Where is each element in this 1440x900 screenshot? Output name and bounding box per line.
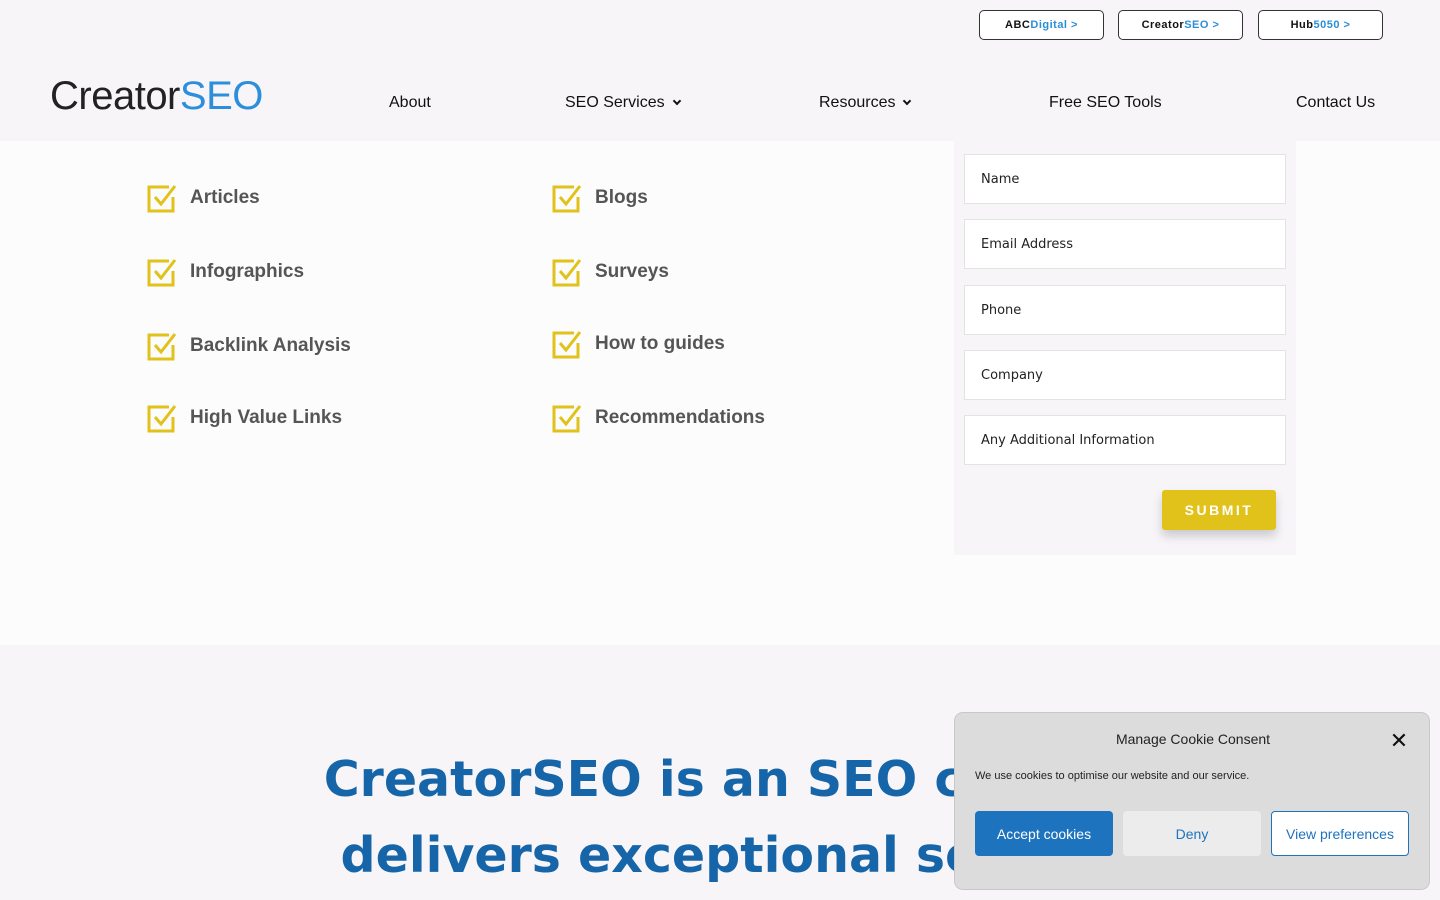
cookie-consent-dialog: Manage Cookie Consent ✕ We use cookies t… <box>954 712 1430 890</box>
network-link-prefix: Hub <box>1290 19 1314 31</box>
checkbox-checked-icon <box>552 405 582 433</box>
network-link-hub5050[interactable]: Hub 5050 > <box>1258 10 1383 40</box>
logo-text-part1: Creator <box>50 74 180 118</box>
close-icon[interactable]: ✕ <box>1387 729 1411 753</box>
contact-form: Name Email Address Phone Company Any Add… <box>954 141 1296 555</box>
list-item: High Value Links <box>147 403 342 433</box>
additional-info-field-placeholder: Any Additional Information <box>981 432 1155 448</box>
list-item-label: Articles <box>190 187 260 208</box>
list-item: Infographics <box>147 257 304 287</box>
checkbox-checked-icon <box>552 259 582 287</box>
list-item-label: How to guides <box>595 333 725 354</box>
view-preferences-button[interactable]: View preferences <box>1271 811 1409 856</box>
list-item: Recommendations <box>552 403 765 433</box>
deny-cookies-button[interactable]: Deny <box>1123 811 1261 856</box>
submit-button[interactable]: SUBMIT <box>1162 490 1276 530</box>
checkbox-checked-icon <box>147 259 177 287</box>
accept-cookies-button[interactable]: Accept cookies <box>975 811 1113 856</box>
nav-contact-us-label: Contact Us <box>1296 94 1376 111</box>
site-logo[interactable]: CreatorSEO <box>50 74 263 119</box>
nav-contact-us[interactable]: Contact Us <box>1296 94 1375 112</box>
network-link-highlight: Digital > <box>1030 19 1078 31</box>
nav-resources[interactable]: Resources <box>819 94 912 112</box>
network-link-abcdigital[interactable]: ABC Digital > <box>979 10 1104 40</box>
name-field[interactable]: Name <box>964 154 1286 204</box>
network-link-creatorseo[interactable]: Creator SEO > <box>1118 10 1243 40</box>
chevron-down-icon <box>672 96 681 106</box>
phone-field-placeholder: Phone <box>981 302 1022 318</box>
company-field-placeholder: Company <box>981 367 1043 383</box>
nav-free-seo-tools[interactable]: Free SEO Tools <box>1049 94 1162 112</box>
list-item: How to guides <box>552 329 725 359</box>
checkbox-checked-icon <box>552 185 582 213</box>
list-item: Blogs <box>552 183 648 213</box>
list-item-label: Surveys <box>595 261 669 282</box>
additional-info-field[interactable]: Any Additional Information <box>964 415 1286 465</box>
phone-field[interactable]: Phone <box>964 285 1286 335</box>
checkbox-checked-icon <box>147 333 177 361</box>
list-item-label: High Value Links <box>190 407 343 428</box>
nav-seo-services[interactable]: SEO Services <box>565 94 681 112</box>
chevron-down-icon <box>903 96 912 106</box>
list-item: Articles <box>147 183 260 213</box>
checkbox-checked-icon <box>147 185 177 213</box>
email-field[interactable]: Email Address <box>964 219 1286 269</box>
checkbox-checked-icon <box>552 331 582 359</box>
company-field[interactable]: Company <box>964 350 1286 400</box>
list-item-label: Backlink Analysis <box>190 335 351 356</box>
nav-seo-services-label: SEO Services <box>565 94 665 111</box>
logo-text-part2: SEO <box>179 74 263 118</box>
nav-about[interactable]: About <box>389 94 431 112</box>
network-link-prefix: Creator <box>1141 19 1185 31</box>
network-link-prefix: ABC <box>1005 19 1031 31</box>
cookie-dialog-text: We use cookies to optimise our website a… <box>975 770 1250 782</box>
list-item: Surveys <box>552 257 669 287</box>
nav-resources-label: Resources <box>819 94 896 111</box>
list-item-label: Blogs <box>595 187 648 208</box>
email-field-placeholder: Email Address <box>981 236 1073 252</box>
nav-about-label: About <box>389 94 431 111</box>
nav-free-seo-tools-label: Free SEO Tools <box>1049 94 1162 111</box>
name-field-placeholder: Name <box>981 171 1020 187</box>
network-link-highlight: SEO > <box>1184 19 1220 31</box>
cookie-dialog-title: Manage Cookie Consent <box>1115 731 1271 747</box>
network-link-highlight: 5050 > <box>1313 19 1351 31</box>
list-item-label: Recommendations <box>595 407 765 428</box>
list-item-label: Infographics <box>190 261 305 282</box>
list-item: Backlink Analysis <box>147 331 351 361</box>
checkbox-checked-icon <box>147 405 177 433</box>
site-header: ABC Digital > Creator SEO > Hub 5050 > Crea… <box>0 0 1440 141</box>
